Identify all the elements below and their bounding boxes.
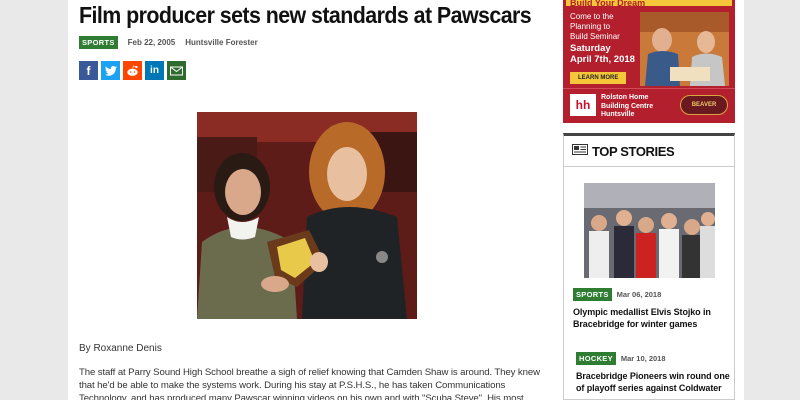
ad-footer: hh Rolston Home Building Centre Huntsvil… [563, 88, 735, 123]
newspaper-icon [572, 142, 588, 160]
ad-headline: Build Your Dream [566, 0, 732, 6]
home-hardware-logo: hh [570, 94, 596, 116]
ad-line2: Planning to [570, 22, 611, 31]
page: Film producer sets new standards at Paws… [68, 0, 744, 400]
story-item[interactable]: HOCKEY Mar 10, 2018 Bracebridge Pioneers… [576, 352, 734, 394]
email-icon[interactable] [167, 61, 186, 80]
learn-more-button[interactable]: LEARN MORE [570, 72, 627, 84]
ad-date: Saturday April 7th, 2018 [570, 43, 635, 65]
category-badge[interactable]: SPORTS [573, 288, 612, 301]
article-byline: By Roxanne Denis [79, 343, 162, 354]
ad-day: Saturday [570, 43, 611, 54]
story-item[interactable]: SPORTS Mar 06, 2018 Olympic medallist El… [573, 288, 733, 330]
advertisement[interactable]: Build Your Dream Come to the Planning to… [563, 0, 735, 123]
article-date: Feb 22, 2005 [127, 38, 176, 47]
category-badge[interactable]: HOCKEY [576, 352, 616, 365]
reddit-icon[interactable] [123, 61, 142, 80]
ad-store: Rolston Home Building Centre Huntsville [601, 94, 653, 120]
article-paragraph: The staff at Parry Sound High School bre… [79, 367, 540, 400]
ad-line3: Build Seminar [570, 32, 620, 41]
article-title: Film producer sets new standards at Paws… [79, 2, 532, 28]
category-badge[interactable]: SPORTS [79, 36, 118, 49]
article-meta: SPORTS Feb 22, 2005 Huntsville Forester [79, 36, 258, 49]
facebook-icon[interactable]: f [79, 61, 98, 80]
twitter-icon[interactable] [101, 61, 120, 80]
store-line2: Building Centre [601, 102, 654, 110]
share-bar: f in [79, 61, 186, 80]
ad-text: Come to the Planning to Build Seminar [570, 12, 640, 42]
story-headline[interactable]: Olympic medallist Elvis Stojko in Braceb… [573, 306, 733, 330]
article-source: Huntsville Forester [185, 38, 258, 47]
article-photo [197, 112, 417, 319]
store-line3: Huntsville [601, 111, 635, 118]
story-meta: HOCKEY Mar 10, 2018 [576, 352, 734, 365]
article-body: The staff at Parry Sound High School bre… [79, 366, 551, 400]
top-stories-panel: TOP STORIES SPORTS Mar 06, 2018 Olympic … [563, 133, 735, 400]
story-date: Mar 10, 2018 [620, 354, 666, 363]
story-date: Mar 06, 2018 [616, 290, 662, 299]
top-stories-title: TOP STORIES [592, 143, 675, 159]
ad-date-text: April 7th, 2018 [570, 54, 635, 65]
top-stories-header: TOP STORIES [564, 136, 734, 167]
linkedin-icon[interactable]: in [145, 61, 164, 80]
store-line1: Rolston Home [601, 94, 649, 101]
beaver-logo: BEAVER [680, 95, 728, 115]
ad-image [640, 12, 729, 86]
ad-line1: Come to the [570, 12, 614, 21]
story-headline[interactable]: Bracebridge Pioneers win round one of pl… [576, 370, 734, 394]
story-image[interactable] [584, 183, 715, 278]
story-meta: SPORTS Mar 06, 2018 [573, 288, 733, 301]
